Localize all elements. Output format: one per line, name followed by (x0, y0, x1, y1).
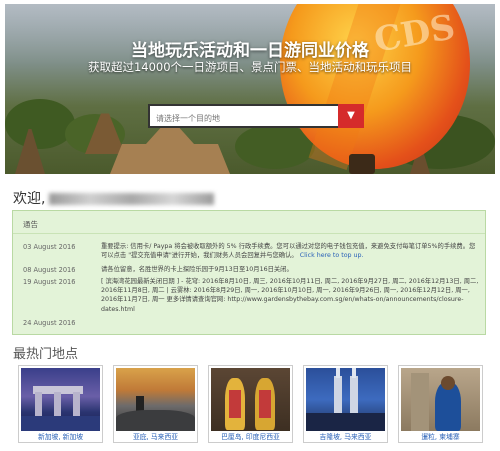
destination-card-kuala-lumpur[interactable]: 吉隆坡, 马来西亚 (303, 365, 388, 443)
notice-text: [ 滨海湾花园最新关闭日期 ] - 花穹: 2016年8月10日, 周三, 20… (101, 278, 479, 313)
hero-subtitle: 获取超过14000个一日游项目、景点门票、当地活动和玩乐项目 (87, 60, 413, 74)
destination-label[interactable]: 暹粒, 柬埔寨 (399, 431, 482, 443)
destination-label[interactable]: 新加坡, 新加坡 (19, 431, 102, 443)
hero-title: 当地玩乐活动和一日游同业价格 (131, 41, 369, 61)
singapore-image (21, 368, 100, 431)
destination-label[interactable]: 吉隆坡, 马来西亚 (304, 431, 387, 443)
destination-card-singapore[interactable]: 新加坡, 新加坡 (18, 365, 103, 443)
kota-kinabalu-image (116, 368, 195, 431)
notice-text: 重要提示: 信用卡/ Paypa 将会被收取额外的 5% 行政手续费。您可以通过… (101, 242, 481, 260)
destination-label[interactable]: 亚庇, 马来西亚 (114, 431, 197, 443)
siem-reap-image (401, 368, 480, 431)
destination-search-input[interactable] (150, 108, 326, 129)
notice-text-body: 重要提示: 信用卡/ Paypa 将会被收取额外的 5% 行政手续费。您可以通过… (101, 243, 476, 260)
balloon-basket (349, 154, 375, 174)
popular-destinations-list: 新加坡, 新加坡 亚庇, 马来西亚 巴厘岛, 印度尼西亚 吉隆坡, 马来西亚 暹… (18, 365, 488, 445)
hero-banner: CDS 当地玩乐活动和一日游同业价格 获取超过14000个一日游项目、景点门票、… (5, 4, 495, 174)
notice-date: 24 August 2016 (23, 319, 76, 327)
notice-panel: 通告 03 August 2016 重要提示: 信用卡/ Paypa 将会被收取… (12, 210, 486, 335)
destination-card-kota-kinabalu[interactable]: 亚庇, 马来西亚 (113, 365, 198, 443)
destination-card-bali[interactable]: 巴厘岛, 印度尼西亚 (208, 365, 293, 443)
destination-search[interactable]: ▼ (148, 104, 364, 129)
blurred-username (49, 193, 215, 205)
destination-card-siem-reap[interactable]: 暹粒, 柬埔寨 (398, 365, 483, 443)
notice-date: 19 August 2016 (23, 278, 76, 286)
top-up-link[interactable]: Click here to top up. (300, 252, 364, 259)
destination-dropdown-button[interactable]: ▼ (338, 104, 364, 128)
welcome-message: 欢迎, (13, 188, 215, 208)
temple-image (110, 124, 230, 174)
notice-date: 03 August 2016 (23, 243, 76, 251)
welcome-label: 欢迎, (13, 191, 46, 207)
notice-header: 通告 (13, 211, 485, 234)
kuala-lumpur-image (306, 368, 385, 431)
popular-destinations-title: 最热门地点 (13, 347, 79, 362)
tree-cluster (5, 99, 75, 149)
notice-date: 08 August 2016 (23, 266, 76, 274)
destination-label[interactable]: 巴厘岛, 印度尼西亚 (209, 431, 292, 443)
chevron-down-icon: ▼ (347, 110, 355, 121)
bali-image (211, 368, 290, 431)
notice-text: 请各位留意，名胜世界的卡上探险乐园于9月13日至10月16日关闭。 (101, 266, 293, 273)
